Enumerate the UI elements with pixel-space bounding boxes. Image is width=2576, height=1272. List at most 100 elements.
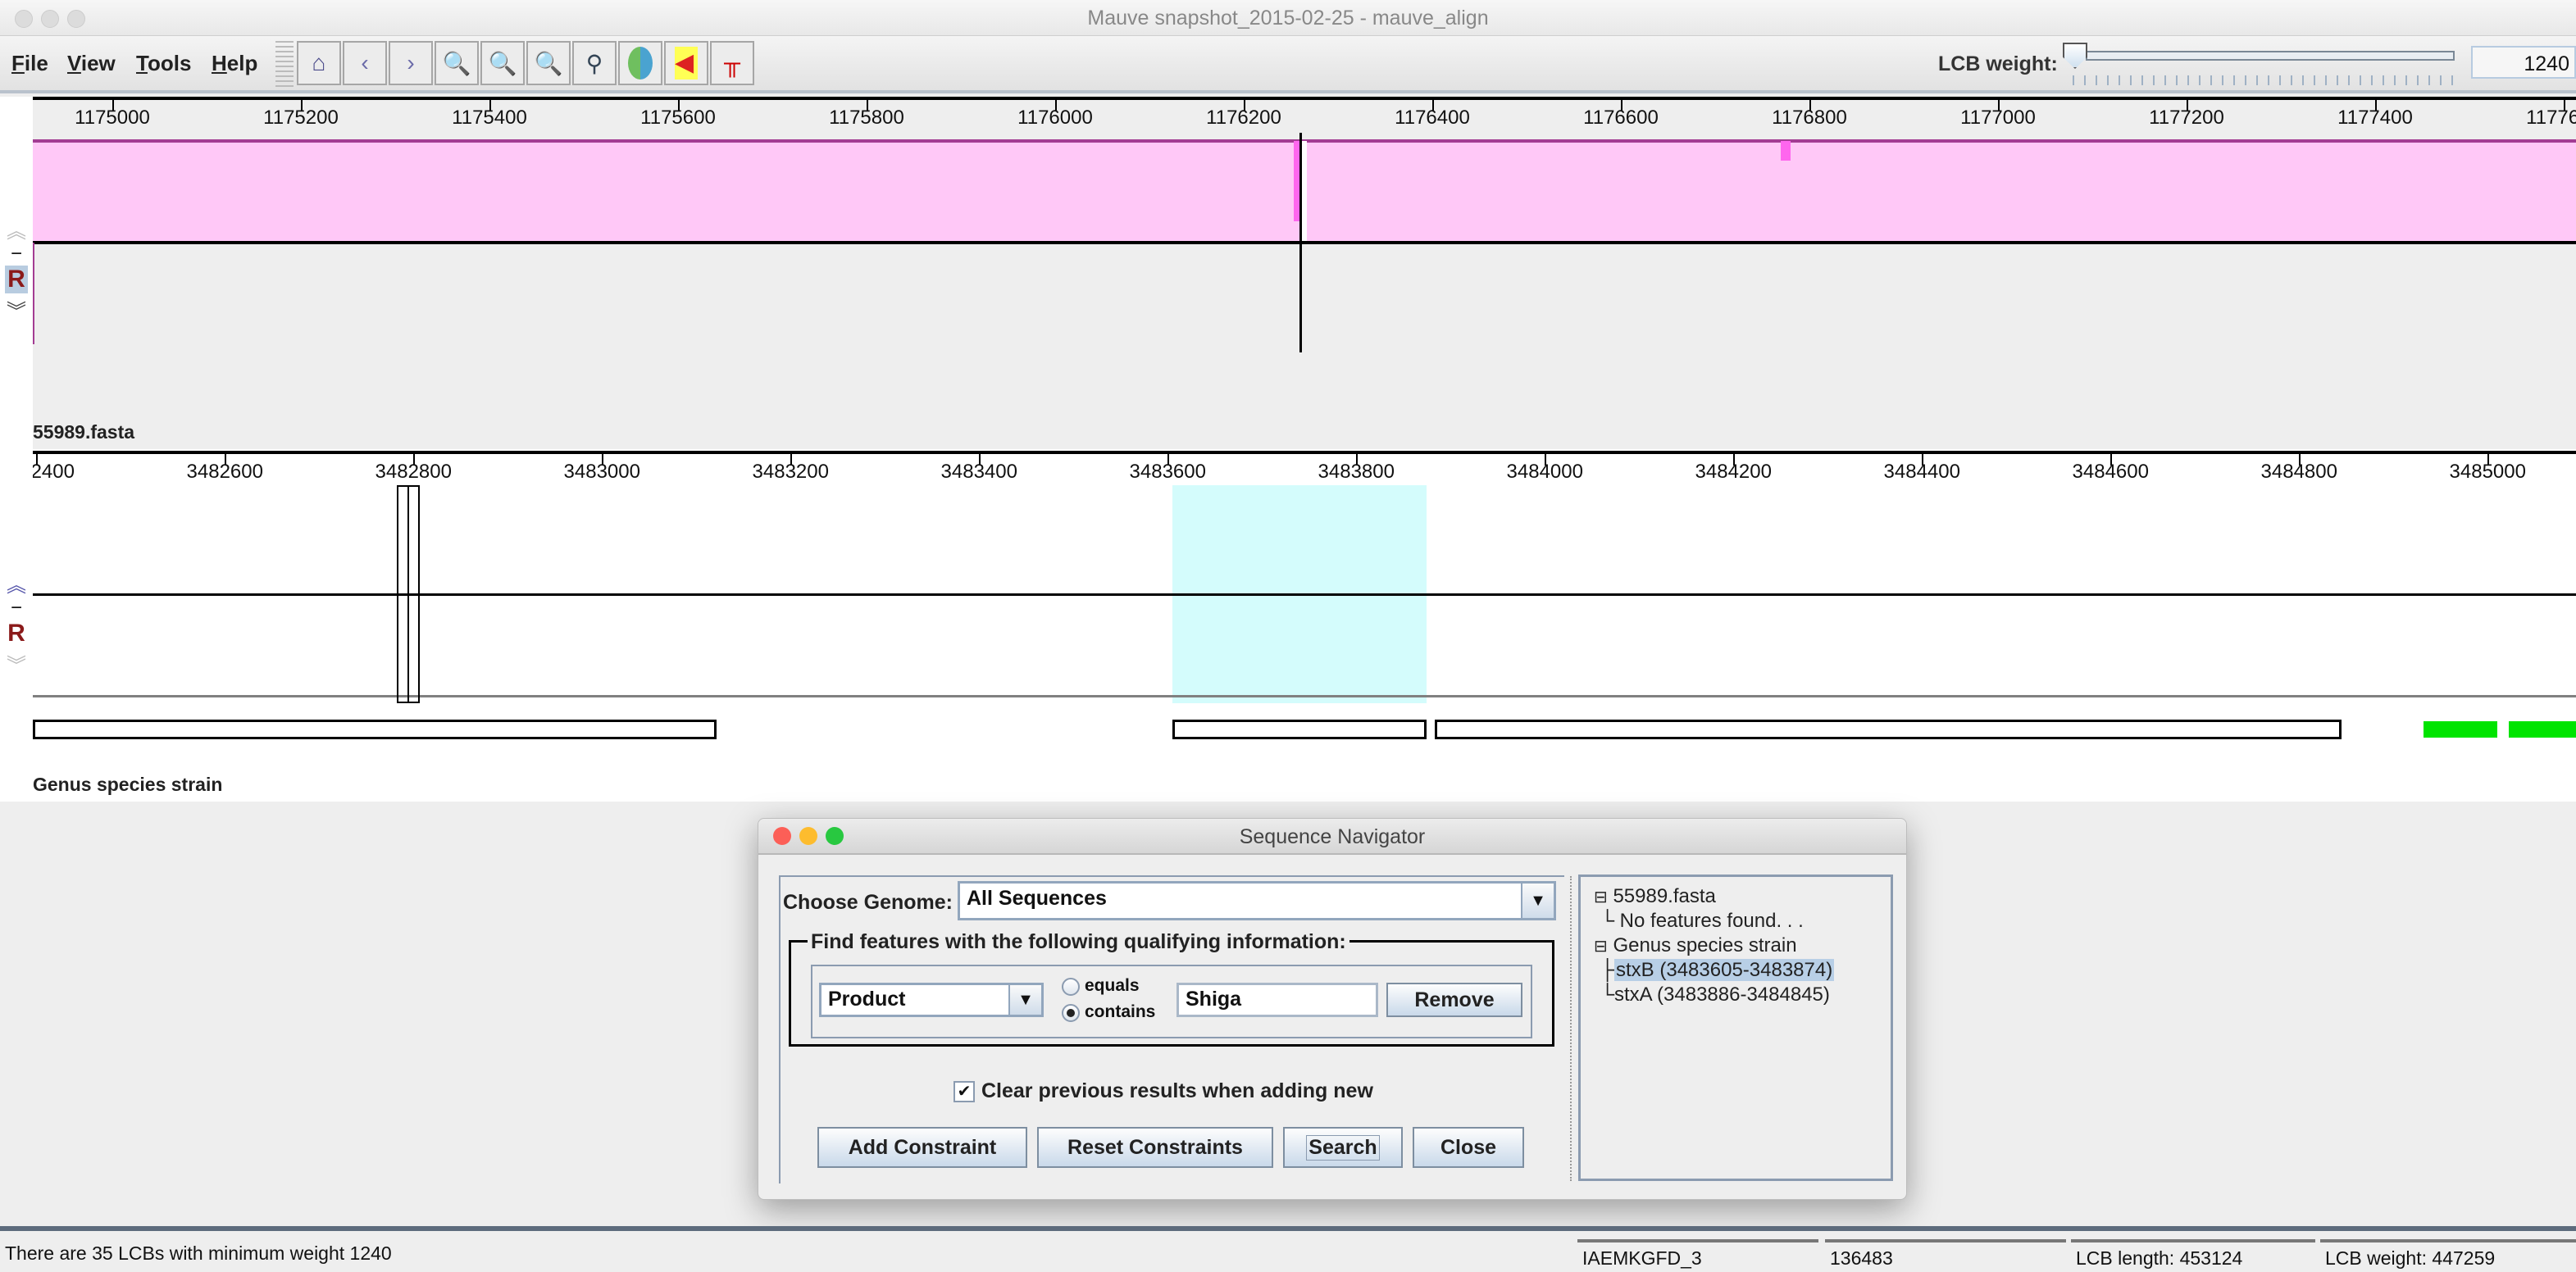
- dialog-titlebar: Sequence Navigator: [758, 819, 1906, 855]
- window-title: Mauve snapshot_2015-02-25 - mauve_align: [1087, 7, 1489, 30]
- clear-results-checkbox[interactable]: ✔: [953, 1081, 975, 1102]
- genome-label: Genus species strain: [33, 774, 223, 795]
- ruler-tick-label: 1175600: [640, 107, 716, 129]
- contains-label: contains: [1085, 1002, 1156, 1021]
- tree-node-genome[interactable]: ⊟ 55989.fasta: [1594, 885, 1716, 908]
- move-up-icon[interactable]: ︽: [5, 215, 28, 243]
- similarity-tree-icon: ╥: [724, 50, 740, 75]
- reset-constraints-button[interactable]: Reset Constraints: [1037, 1127, 1273, 1168]
- window-titlebar: Mauve snapshot_2015-02-25 - mauve_align: [0, 0, 2576, 36]
- feature-bar-green[interactable]: [2424, 721, 2497, 738]
- zoom-in-button[interactable]: 🔍: [435, 41, 479, 85]
- binoculars-icon: ⚲: [585, 50, 603, 76]
- equals-radio[interactable]: [1062, 978, 1080, 996]
- ruler-tick-label: 3483000: [563, 461, 640, 483]
- genome-select[interactable]: All Sequences ▼: [958, 881, 1556, 920]
- tree-leaf-label: stxB (3483605-3483874): [1614, 959, 1835, 981]
- toolbar-grip[interactable]: [275, 41, 294, 89]
- tree-leaf[interactable]: └ No features found. . .: [1600, 910, 1804, 933]
- minimize-genome-button[interactable]: −: [5, 597, 28, 620]
- sequence-navigator-dialog: Sequence Navigator Choose Genome: All Se…: [758, 818, 1907, 1200]
- tree-leaf-selected[interactable]: ├stxB (3483605-3483874): [1600, 959, 1835, 982]
- lcb-connect-button[interactable]: ◀: [664, 41, 708, 85]
- clear-results-label: Clear previous results when adding new: [981, 1079, 1373, 1102]
- slider-ticks: [2073, 75, 2458, 85]
- search-button[interactable]: Search: [1283, 1127, 1403, 1168]
- ruler-tick-label: 3483400: [940, 461, 1017, 483]
- collapse-icon[interactable]: ⊟: [1594, 888, 1608, 906]
- ruler-tick-label: 1175400: [452, 107, 527, 129]
- genome-label: 55989.fasta: [33, 421, 135, 443]
- menu-file[interactable]: File: [11, 51, 48, 76]
- field-select[interactable]: Product ▼: [819, 983, 1044, 1017]
- contains-radio[interactable]: [1062, 1004, 1080, 1022]
- add-constraint-button[interactable]: Add Constraint: [817, 1127, 1027, 1168]
- lcb-weight-field[interactable]: 1240: [2471, 46, 2576, 79]
- remove-button[interactable]: Remove: [1386, 983, 1522, 1017]
- feature-bar-stxA[interactable]: [1435, 720, 2342, 739]
- move-down-icon[interactable]: ︾: [5, 649, 28, 678]
- ruler-genome-1: 1175000 1175200 1175400 1175600 1175800 11760…: [33, 97, 2576, 139]
- ruler-tick-label: 3484600: [2072, 461, 2149, 483]
- reverse-genome-button[interactable]: R: [5, 266, 28, 293]
- find-button[interactable]: ⚲: [572, 41, 617, 85]
- tree-leaf-label: stxA (3483886-3484845): [1614, 984, 1830, 1006]
- zoom-out-icon: 🔍: [488, 50, 517, 76]
- results-tree[interactable]: ⊟ 55989.fasta └ No features found. . . ⊟…: [1578, 874, 1893, 1181]
- ruler-tick-label: 3484000: [1506, 461, 1583, 483]
- chevron-down-icon: ▼: [1008, 985, 1041, 1015]
- tree-leaf[interactable]: └stxA (3483886-3484845): [1600, 984, 1830, 1006]
- genome-baseline: [33, 241, 2576, 244]
- minimize-genome-button[interactable]: −: [5, 243, 28, 266]
- feature-bar-stxB[interactable]: [1172, 720, 1427, 739]
- tree-node-genome[interactable]: ⊟ Genus species strain: [1594, 934, 1797, 957]
- lcb-weight-slider[interactable]: [2086, 51, 2455, 61]
- home-button[interactable]: ⌂: [297, 41, 341, 85]
- color-scheme-button[interactable]: [618, 41, 662, 85]
- ruler-tick-label: 3483800: [1318, 461, 1395, 483]
- panel-controls: [0, 97, 33, 802]
- move-down-icon[interactable]: ︾: [5, 295, 28, 324]
- split-pane-divider[interactable]: [1570, 876, 1572, 1181]
- feature-bar-green[interactable]: [2509, 721, 2576, 738]
- ruler-tick-label: 1177600: [2526, 107, 2576, 129]
- scroll-right-button[interactable]: ›: [389, 41, 433, 85]
- status-sequence-name: IAEMKGFD_3: [1577, 1239, 1818, 1272]
- reverse-genome-button[interactable]: R: [5, 620, 28, 647]
- collapse-icon[interactable]: ⊟: [1594, 938, 1608, 956]
- toolbar: File View Tools Help ⌂ ‹ › 🔍 🔍 🔍 ⚲ ◀ ╥ L…: [0, 36, 2576, 93]
- equals-label: equals: [1085, 976, 1140, 995]
- ruler-tick-label: 1175000: [75, 107, 150, 129]
- menu-view[interactable]: View: [67, 51, 116, 76]
- similarity-tree-button[interactable]: ╥: [710, 41, 754, 85]
- lcb-connect-icon: ◀: [675, 47, 698, 80]
- status-bar: There are 35 LCBs with minimum weight 12…: [0, 1226, 2576, 1272]
- similarity-dip: [1781, 141, 1791, 161]
- feature-bar[interactable]: [33, 720, 717, 739]
- chevron-down-icon: ▼: [1521, 884, 1554, 918]
- menu-tools[interactable]: Tools: [136, 51, 191, 76]
- status-position: 136483: [1825, 1239, 2066, 1272]
- ruler-tick-label: 1177000: [1960, 107, 2036, 129]
- lcb-weight-slider-thumb[interactable]: [2063, 43, 2087, 69]
- ruler-tick-label: 3484800: [2260, 461, 2337, 483]
- zoom-in-icon: 🔍: [442, 50, 471, 76]
- radio-selected-dot: [1067, 1009, 1075, 1017]
- ruler-tick-label: 1176600: [1583, 107, 1659, 129]
- menu-help[interactable]: Help: [212, 51, 257, 76]
- lcb-box-divider: [407, 485, 409, 703]
- zoom-out-button[interactable]: 🔍: [480, 41, 525, 85]
- scroll-left-icon: ‹: [361, 50, 369, 75]
- move-up-icon[interactable]: ︽: [5, 569, 28, 597]
- scroll-left-button[interactable]: ‹: [343, 41, 387, 85]
- search-value-input[interactable]: Shiga: [1176, 983, 1378, 1017]
- zoom-reset-button[interactable]: 🔍: [526, 41, 571, 85]
- ruler-tick-label: 1175200: [263, 107, 339, 129]
- ruler-tick-label: 1176000: [1017, 107, 1093, 129]
- genome-select-value: All Sequences: [967, 887, 1107, 910]
- color-scheme-icon: [628, 47, 653, 80]
- status-message: There are 35 LCBs with minimum weight 12…: [5, 1242, 392, 1264]
- ruler-tick-label: 3484400: [1883, 461, 1960, 483]
- close-button[interactable]: Close: [1413, 1127, 1524, 1168]
- fieldset-legend: Find features with the following qualify…: [808, 930, 1349, 954]
